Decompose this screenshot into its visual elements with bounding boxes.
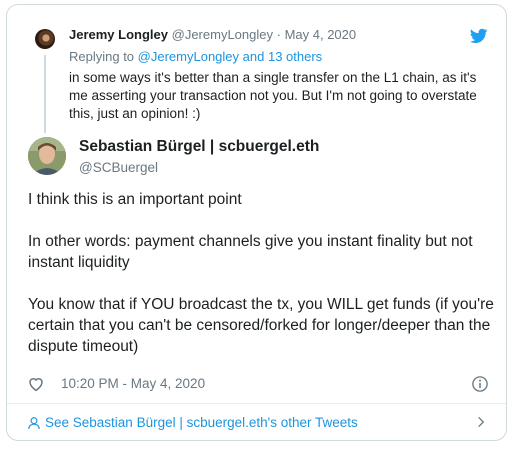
chevron-right-icon[interactable]	[474, 415, 488, 429]
parent-tweet-text: in some ways it's better than a single t…	[69, 70, 477, 121]
replying-prefix: Replying to	[69, 49, 135, 64]
thread-connector-line	[44, 55, 46, 133]
main-author-name[interactable]: Sebastian Bürgel | scbuergel.eth	[79, 138, 319, 156]
parent-author-name[interactable]: Jeremy Longley	[69, 27, 168, 42]
replying-to-line: Replying to @JeremyLongley and 13 others	[69, 49, 322, 64]
tweet-meta-row: 10:20 PM - May 4, 2020	[27, 375, 489, 397]
replying-mention-link[interactable]: @JeremyLongley	[138, 49, 239, 64]
tweet-paragraph: You know that if YOU broadcast the tx, y…	[28, 296, 494, 355]
see-other-tweets-footer[interactable]: See Sebastian Bürgel | scbuergel.eth's o…	[7, 404, 506, 440]
avatar-photo	[28, 137, 66, 175]
person-icon	[28, 417, 40, 429]
parent-tweet-header: Jeremy Longley @JeremyLongley · May 4, 2…	[69, 27, 356, 42]
tweet-timestamp[interactable]: 10:20 PM - May 4, 2020	[61, 376, 205, 391]
info-icon[interactable]	[471, 375, 489, 393]
header-separator: ·	[276, 27, 281, 42]
parent-tweet-date[interactable]: May 4, 2020	[285, 27, 357, 42]
tweet-paragraph: I think this is an important point	[28, 191, 242, 208]
parent-author-handle[interactable]: @JeremyLongley	[172, 27, 273, 42]
main-author-handle[interactable]: @SCBuergel	[79, 160, 158, 175]
tweet-paragraph: In other words: payment channels give yo…	[28, 233, 473, 271]
embedded-tweet-card: Jeremy Longley @JeremyLongley · May 4, 2…	[6, 4, 507, 441]
heart-icon[interactable]	[27, 375, 45, 393]
see-other-tweets-link[interactable]: See Sebastian Bürgel | scbuergel.eth's o…	[45, 415, 358, 430]
parent-author-avatar[interactable]	[35, 29, 55, 49]
twitter-bird-icon[interactable]	[469, 27, 489, 45]
main-tweet-text: I think this is an important point In ot…	[28, 189, 498, 357]
replying-others-link[interactable]: and 13 others	[243, 49, 323, 64]
main-author-avatar[interactable]	[28, 137, 66, 175]
